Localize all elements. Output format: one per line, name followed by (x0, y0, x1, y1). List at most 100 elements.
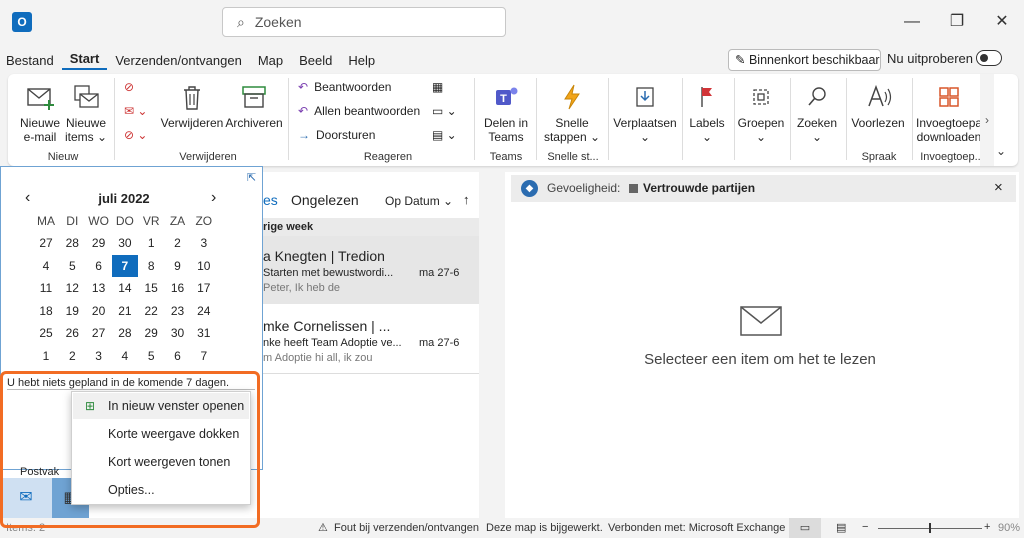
sort-direction-button[interactable]: ↑ (463, 192, 470, 207)
reply-all-button[interactable]: ↶ Allen beantwoorden (298, 104, 420, 118)
labels-button[interactable]: Labels ⌄ (684, 82, 730, 144)
menu-map[interactable]: Map (250, 53, 291, 68)
pop-out-icon[interactable]: ⇱ (247, 171, 256, 184)
menu-start[interactable]: Start (61, 51, 108, 70)
close-window-button[interactable]: ✕ (987, 10, 1017, 34)
calendar-day[interactable]: 21 (112, 300, 138, 322)
calendar-day[interactable]: 22 (138, 300, 164, 322)
menu-beeld[interactable]: Beeld (291, 53, 340, 68)
new-items-button[interactable]: Nieuwe items ⌄ (64, 82, 108, 144)
calendar-day[interactable]: 7 (191, 345, 217, 367)
quick-steps-button[interactable]: Snelle stappen ⌄ (540, 82, 604, 144)
more-respond-button[interactable]: ▤ ⌄ (432, 128, 457, 142)
archive-button[interactable]: Archiveren (224, 82, 284, 130)
calendar-day[interactable]: 20 (86, 300, 112, 322)
calendar-day[interactable]: 31 (191, 322, 217, 344)
calendar-day[interactable]: 16 (165, 277, 191, 299)
reply-icon: ↶ (298, 80, 309, 94)
calendar-day-today[interactable]: 7 (111, 254, 138, 277)
archive-icon (242, 86, 266, 108)
calendar-day[interactable]: 29 (86, 232, 112, 254)
delete-button[interactable]: Verwijderen (160, 82, 224, 130)
calendar-day[interactable]: 3 (191, 232, 217, 254)
maximize-button[interactable]: ❐ (942, 10, 972, 34)
calendar-day[interactable]: 4 (33, 255, 59, 277)
calendar-day[interactable]: 30 (165, 322, 191, 344)
reading-view-icon[interactable]: ▤ (836, 521, 846, 534)
zoom-in-button[interactable]: + (984, 521, 990, 533)
calendar-day[interactable]: 23 (165, 300, 191, 322)
reading-pane (505, 172, 1019, 518)
menu-help[interactable]: Help (340, 53, 383, 68)
find-button[interactable]: Zoeken ⌄ (792, 82, 842, 144)
zoom-slider-handle[interactable] (929, 523, 931, 533)
sensitivity-value[interactable]: Vertrouwde partijen (643, 181, 755, 195)
ribbon-scroll-right[interactable]: › (980, 74, 994, 166)
move-button[interactable]: Verplaatsen ⌄ (612, 82, 678, 144)
delete-label: Verwijderen (160, 116, 224, 130)
calendar-day[interactable]: 24 (191, 300, 217, 322)
minimize-button[interactable]: — (897, 10, 927, 34)
ignore-button[interactable]: ⊘ (124, 80, 134, 94)
calendar-day[interactable]: 13 (86, 277, 112, 299)
read-aloud-button[interactable]: Voorlezen (848, 82, 908, 130)
next-month-button[interactable]: › (211, 189, 216, 207)
calendar-day[interactable]: 9 (165, 255, 191, 277)
close-sensitivity-button[interactable]: × (994, 179, 1003, 196)
calendar-day[interactable]: 8 (138, 255, 164, 277)
move-label: Verplaatsen ⌄ (613, 116, 677, 144)
calendar-day[interactable]: 17 (191, 277, 217, 299)
calendar-day[interactable]: 6 (165, 345, 191, 367)
coming-soon-button[interactable]: ✎ Binnenkort beschikbaar (728, 49, 881, 71)
calendar-day[interactable]: 19 (59, 300, 85, 322)
mail-item[interactable]: a Knegten | Tredion Starten met bewustwo… (263, 236, 479, 304)
calendar-day[interactable]: 5 (138, 345, 164, 367)
get-addins-button[interactable]: Invoegtoepassingen downloaden (916, 82, 982, 142)
menu-verzenden-ontvangen[interactable]: Verzenden/ontvangen (107, 53, 250, 68)
ribbon-collapse-icon[interactable]: ⌄ (996, 144, 1006, 158)
calendar-day[interactable]: 2 (59, 345, 85, 367)
new-email-button[interactable]: Nieuwe e-mail (18, 82, 62, 144)
zoom-out-button[interactable]: − (862, 521, 868, 533)
normal-view-icon[interactable]: ▭ (789, 518, 821, 538)
calendar-day[interactable]: 18 (33, 300, 59, 322)
calendar-day[interactable]: 27 (33, 232, 59, 254)
calendar-day[interactable]: 10 (191, 255, 217, 277)
tab-all[interactable]: es (263, 192, 278, 208)
calendar-day[interactable]: 30 (112, 232, 138, 254)
prev-month-button[interactable]: ‹ (25, 189, 30, 207)
calendar-day[interactable]: 1 (138, 232, 164, 254)
calendar-day[interactable]: 25 (33, 322, 59, 344)
reply-button[interactable]: ↶ Beantwoorden (298, 80, 391, 94)
forward-button[interactable]: → Doorsturen (298, 128, 375, 142)
try-it-toggle[interactable] (976, 50, 1002, 66)
tab-unread[interactable]: Ongelezen (291, 192, 359, 208)
calendar-day[interactable]: 2 (165, 232, 191, 254)
calendar-day[interactable]: 14 (112, 277, 138, 299)
mail-item[interactable]: mke Cornelissen | ... nke heeft Team Ado… (263, 304, 479, 374)
meeting-button[interactable]: ▦ (432, 80, 443, 94)
calendar-day[interactable]: 6 (86, 255, 112, 277)
calendar-day[interactable]: 26 (59, 322, 85, 344)
calendar-day[interactable]: 15 (138, 277, 164, 299)
calendar-day[interactable]: 11 (33, 277, 59, 299)
junk-button[interactable]: ⊘ ⌄ (124, 128, 147, 142)
calendar-day[interactable]: 28 (112, 322, 138, 344)
ribbon-separator (846, 78, 847, 160)
sort-dropdown[interactable]: Op Datum ⌄ (385, 194, 453, 208)
send-receive-error[interactable]: Fout bij verzenden/ontvangen (334, 522, 479, 534)
calendar-day[interactable]: 28 (59, 232, 85, 254)
calendar-day[interactable]: 1 (33, 345, 59, 367)
im-button[interactable]: ▭ ⌄ (432, 104, 457, 118)
calendar-day[interactable]: 12 (59, 277, 85, 299)
calendar-day[interactable]: 5 (59, 255, 85, 277)
search-box[interactable]: ⌕ Zoeken (222, 7, 506, 37)
calendar-day[interactable]: 29 (138, 322, 164, 344)
menu-bestand[interactable]: Bestand (0, 53, 62, 68)
calendar-day[interactable]: 27 (86, 322, 112, 344)
share-teams-button[interactable]: T Delen in Teams (480, 82, 532, 144)
cleanup-button[interactable]: ✉ ⌄ (124, 104, 147, 118)
calendar-day[interactable]: 3 (86, 345, 112, 367)
groups-button[interactable]: Groepen ⌄ (736, 82, 786, 144)
calendar-day[interactable]: 4 (112, 345, 138, 367)
